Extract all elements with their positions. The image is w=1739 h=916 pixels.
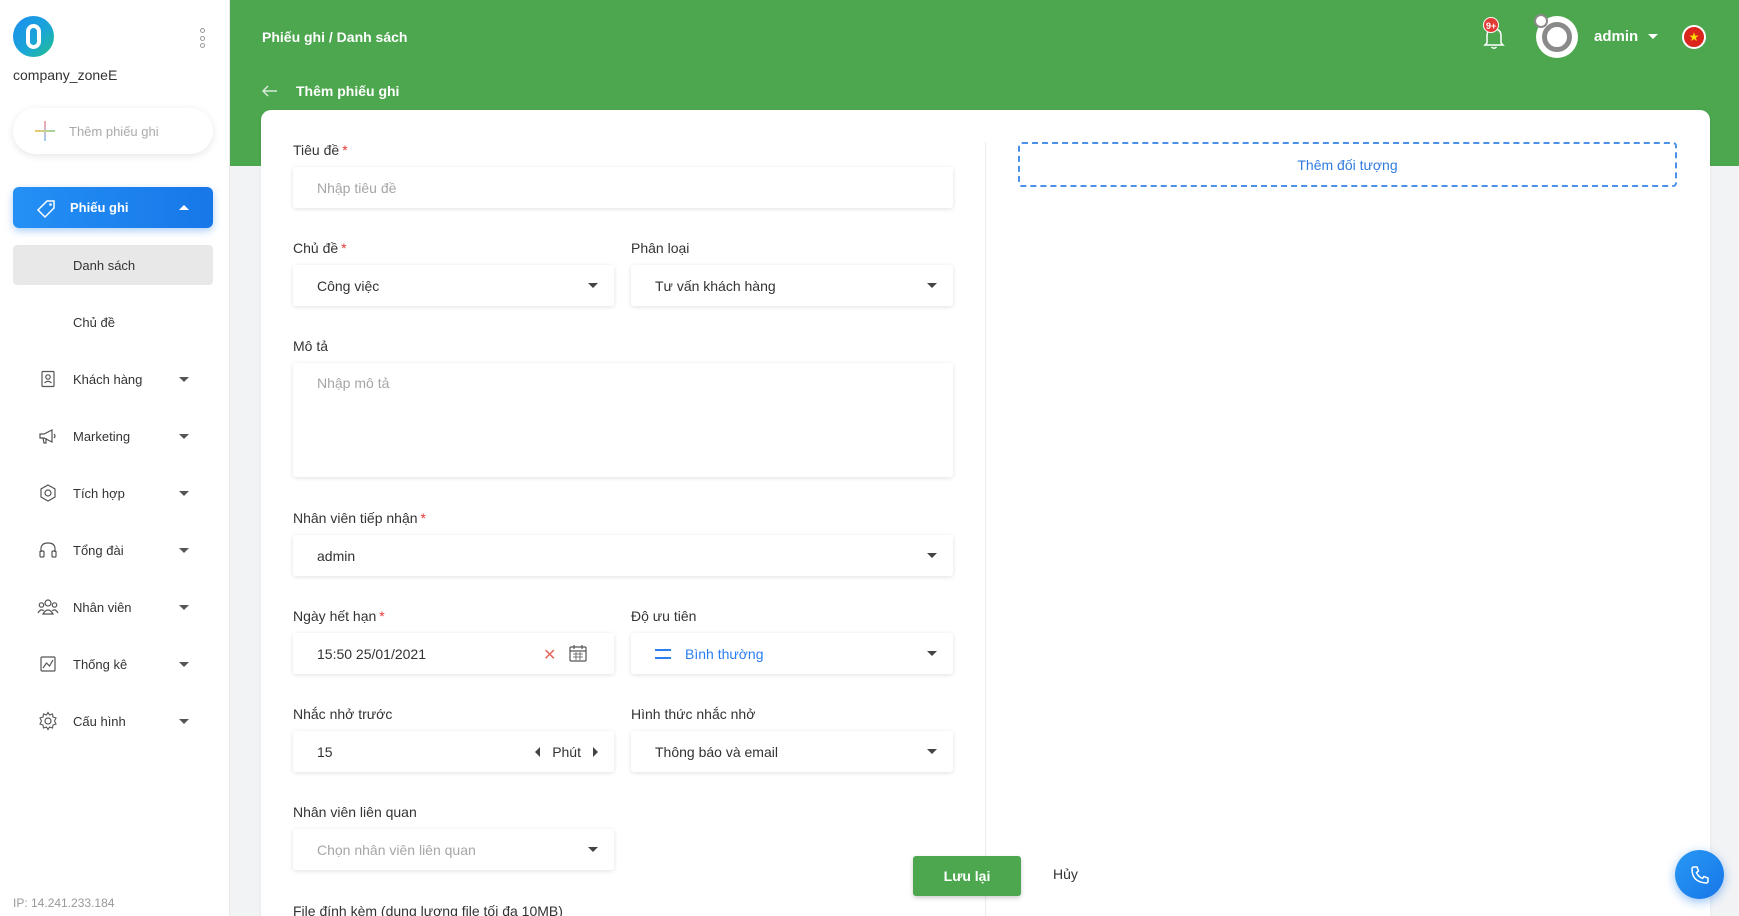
column-divider bbox=[985, 142, 986, 916]
sidebar-item-switchboard[interactable]: Tổng đài bbox=[13, 530, 213, 570]
related-staff-select[interactable]: Chọn nhân viên liên quan bbox=[293, 829, 614, 870]
chevron-down-icon bbox=[1648, 34, 1659, 39]
chevron-up-icon bbox=[179, 205, 189, 210]
company-name: company_zoneE bbox=[13, 67, 118, 83]
assignee-select[interactable]: admin bbox=[293, 535, 953, 576]
remind-unit-stepper[interactable]: Phút bbox=[535, 744, 598, 760]
attachment-label: File đính kèm (dung lượng file tối đa 10… bbox=[293, 903, 563, 916]
remind-input[interactable]: 15 Phút bbox=[293, 731, 614, 772]
description-label: Mô tả bbox=[293, 338, 329, 354]
sidebar-item-settings[interactable]: Cấu hình bbox=[13, 701, 213, 741]
chevron-down-icon bbox=[179, 548, 189, 553]
sidebar-item-label: Cấu hình bbox=[73, 713, 126, 729]
phone-call-button[interactable] bbox=[1675, 850, 1724, 899]
cancel-button[interactable]: Hủy bbox=[1053, 866, 1078, 882]
sidebar-item-label: Phiếu ghi bbox=[70, 200, 129, 215]
plus-icon bbox=[35, 121, 55, 141]
remind-method-label: Hình thức nhắc nhở bbox=[631, 706, 756, 722]
chevron-down-icon bbox=[588, 283, 598, 288]
avatar[interactable] bbox=[1534, 14, 1578, 58]
gear-icon bbox=[37, 710, 59, 732]
sidebar-subitem-list[interactable]: Danh sách bbox=[13, 245, 213, 285]
sidebar-item-tickets[interactable]: Phiếu ghi bbox=[13, 187, 213, 228]
headset-icon bbox=[37, 539, 59, 561]
add-ticket-label: Thêm phiếu ghi bbox=[69, 123, 159, 139]
sidebar-item-integration[interactable]: Tích hợp bbox=[13, 473, 213, 513]
chevron-down-icon bbox=[927, 651, 937, 656]
sidebar-item-label: Nhân viên bbox=[73, 599, 132, 615]
category-label: Phân loại bbox=[631, 240, 690, 256]
group-icon bbox=[37, 596, 59, 618]
chevron-down-icon bbox=[179, 662, 189, 667]
calendar-icon[interactable] bbox=[568, 643, 588, 663]
assignee-label: Nhân viên tiếp nhận * bbox=[293, 510, 426, 526]
page-title: Thêm phiếu ghi bbox=[296, 83, 400, 99]
clear-icon[interactable]: ✕ bbox=[543, 645, 556, 665]
sidebar: company_zoneE Thêm phiếu ghi Phiếu ghi D… bbox=[0, 0, 230, 916]
megaphone-icon bbox=[37, 425, 59, 447]
remind-method-select[interactable]: Thông báo và email bbox=[631, 731, 953, 772]
chevron-down-icon bbox=[179, 491, 189, 496]
sidebar-item-label: Marketing bbox=[73, 428, 131, 444]
phone-icon bbox=[1690, 865, 1709, 884]
more-options-icon[interactable] bbox=[200, 28, 206, 48]
ticket-icon bbox=[35, 197, 57, 219]
chevron-down-icon bbox=[179, 377, 189, 382]
sidebar-item-marketing[interactable]: Marketing bbox=[13, 416, 213, 456]
sidebar-item-label: Thống kê bbox=[73, 656, 128, 672]
related-staff-label: Nhân viên liên quan bbox=[293, 804, 417, 820]
chevron-down-icon bbox=[179, 434, 189, 439]
back-arrow-icon[interactable] bbox=[262, 85, 278, 97]
vietnam-flag-icon[interactable]: ★ bbox=[1682, 25, 1706, 49]
sidebar-item-statistics[interactable]: Thống kê bbox=[13, 644, 213, 684]
chevron-down-icon bbox=[179, 719, 189, 724]
title-label: Tiêu đề * bbox=[293, 142, 348, 158]
due-date-label: Ngày hết hạn * bbox=[293, 608, 385, 624]
ip-address: IP: 14.241.233.184 bbox=[13, 896, 115, 910]
user-menu[interactable]: admin bbox=[1594, 28, 1659, 45]
topic-label: Chủ đề * bbox=[293, 240, 347, 256]
sidebar-item-label: Tích hợp bbox=[73, 485, 125, 501]
caret-right-icon[interactable] bbox=[593, 747, 598, 757]
chevron-down-icon bbox=[179, 605, 189, 610]
sidebar-item-customers[interactable]: Khách hàng bbox=[13, 359, 213, 399]
username: admin bbox=[1594, 28, 1639, 45]
due-date-picker[interactable]: 15:50 25/01/2021 ✕ bbox=[293, 633, 614, 674]
priority-select[interactable]: Bình thường bbox=[631, 633, 953, 674]
add-object-button[interactable]: Thêm đối tượng bbox=[1018, 142, 1677, 187]
description-textarea[interactable]: Nhập mô tả bbox=[293, 363, 953, 477]
sidebar-item-label: Khách hàng bbox=[73, 371, 143, 387]
category-select[interactable]: Tư vấn khách hàng bbox=[631, 265, 953, 306]
chevron-down-icon bbox=[927, 283, 937, 288]
sidebar-item-staff[interactable]: Nhân viên bbox=[13, 587, 213, 627]
sidebar-subitem-topics[interactable]: Chủ đề bbox=[13, 302, 213, 342]
page-title-row: Thêm phiếu ghi bbox=[262, 83, 399, 99]
logo[interactable] bbox=[13, 16, 54, 57]
title-input[interactable]: Nhập tiêu đề bbox=[293, 167, 953, 208]
priority-normal-icon bbox=[655, 648, 671, 659]
remind-label: Nhắc nhở trước bbox=[293, 706, 393, 722]
save-button[interactable]: Lưu lại bbox=[913, 856, 1021, 896]
chevron-down-icon bbox=[927, 749, 937, 754]
caret-left-icon[interactable] bbox=[535, 747, 541, 757]
chevron-down-icon bbox=[927, 553, 937, 558]
chart-icon bbox=[37, 653, 59, 675]
sidebar-item-label: Tổng đài bbox=[73, 542, 124, 558]
priority-label: Độ ưu tiên bbox=[631, 608, 697, 624]
chevron-down-icon bbox=[588, 847, 598, 852]
add-ticket-button[interactable]: Thêm phiếu ghi bbox=[13, 108, 213, 154]
integration-icon bbox=[37, 482, 59, 504]
topic-select[interactable]: Công việc bbox=[293, 265, 614, 306]
contact-book-icon bbox=[37, 368, 59, 390]
breadcrumb: Phiếu ghi / Danh sách bbox=[262, 29, 408, 45]
